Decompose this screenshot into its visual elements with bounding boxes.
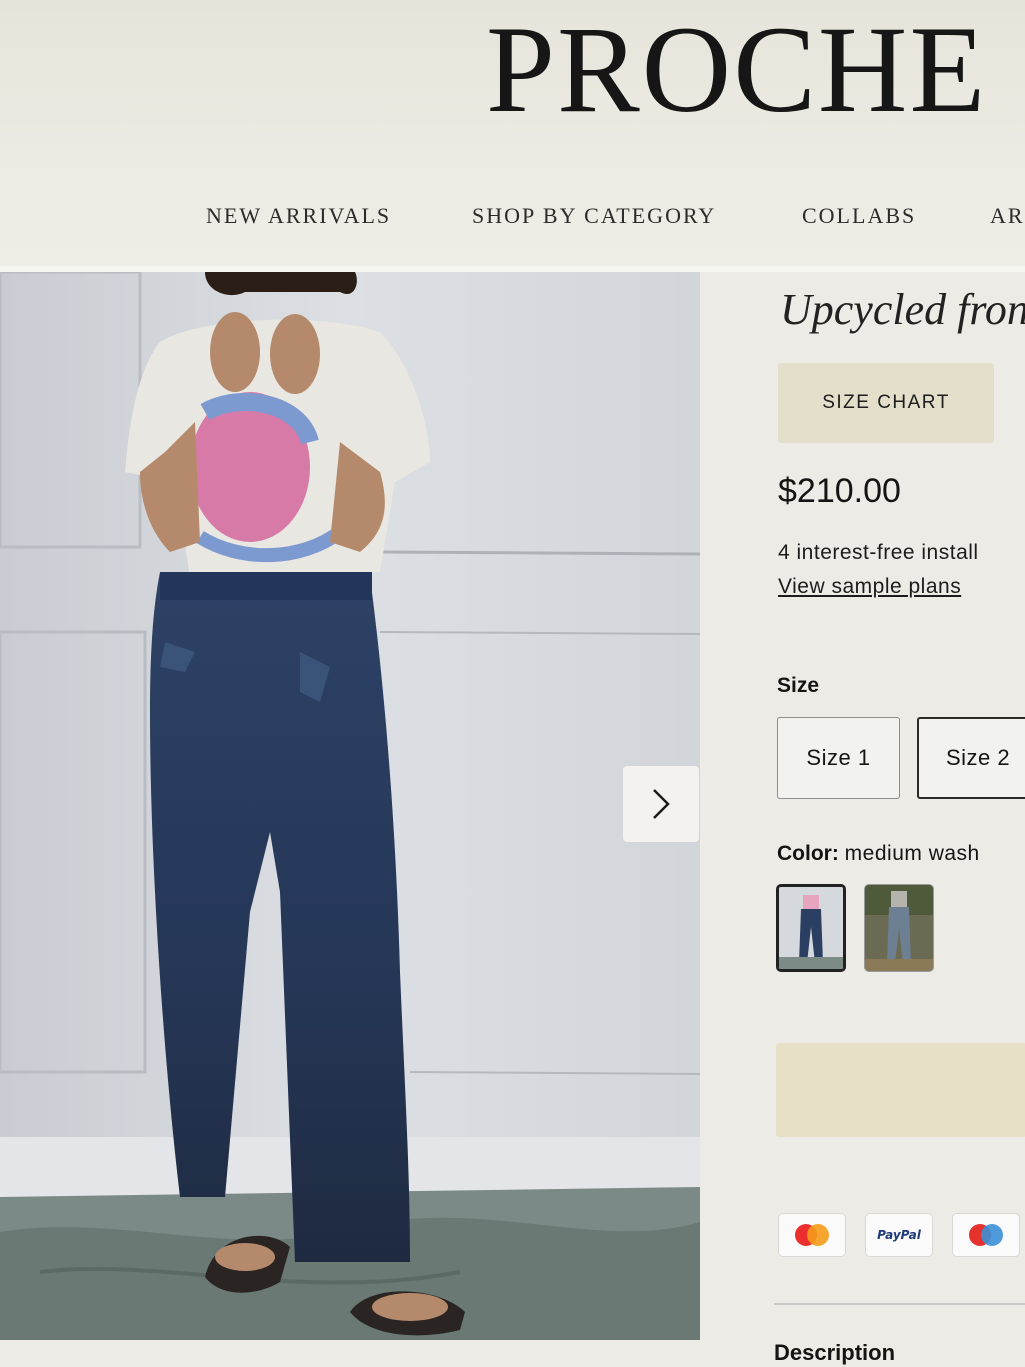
site-header: PROCHE NEW ARRIVALS SHOP BY CATEGORY COL… (0, 0, 1025, 268)
size-option-label: Size 1 (806, 745, 871, 770)
swatch-thumbnail (865, 885, 933, 971)
section-divider (774, 1303, 1025, 1305)
product-price: $210.00 (778, 472, 901, 510)
color-swatch-medium-wash[interactable] (776, 884, 846, 972)
paypal-icon: PayPal (865, 1213, 933, 1257)
product-photo (0, 272, 700, 1340)
size-chart-button[interactable]: SIZE CHART (778, 363, 994, 443)
nav-collabs[interactable]: COLLABS (802, 203, 916, 229)
view-sample-plans-link[interactable]: View sample plans (778, 575, 961, 599)
size-option-2[interactable]: Size 2 (917, 717, 1025, 799)
nav-shop-by-category[interactable]: SHOP BY CATEGORY (472, 203, 716, 229)
swatch-thumbnail (779, 887, 843, 969)
chevron-right-icon (653, 789, 670, 819)
size-option-label: Size 2 (946, 745, 1011, 770)
size-option-1[interactable]: Size 1 (777, 717, 900, 799)
brand-logo[interactable]: PROCHE (486, 8, 987, 132)
nav-new-arrivals[interactable]: NEW ARRIVALS (206, 203, 391, 229)
mastercard-icon (778, 1213, 846, 1257)
description-heading[interactable]: Description (774, 1340, 895, 1366)
product-title: Upcycled fron (780, 285, 1025, 334)
gallery-next-button[interactable] (623, 766, 699, 842)
add-to-cart-button[interactable] (776, 1043, 1025, 1137)
color-row: Color: medium wash (777, 842, 980, 866)
size-label: Size (777, 674, 820, 697)
color-label: Color: (777, 842, 839, 865)
color-swatch-alt[interactable] (864, 884, 934, 972)
installments-text: 4 interest-free install (778, 541, 979, 564)
maestro-icon (952, 1213, 1020, 1257)
color-value: medium wash (844, 842, 980, 865)
nav-archive[interactable]: AR (990, 203, 1025, 229)
product-image[interactable] (0, 272, 700, 1340)
